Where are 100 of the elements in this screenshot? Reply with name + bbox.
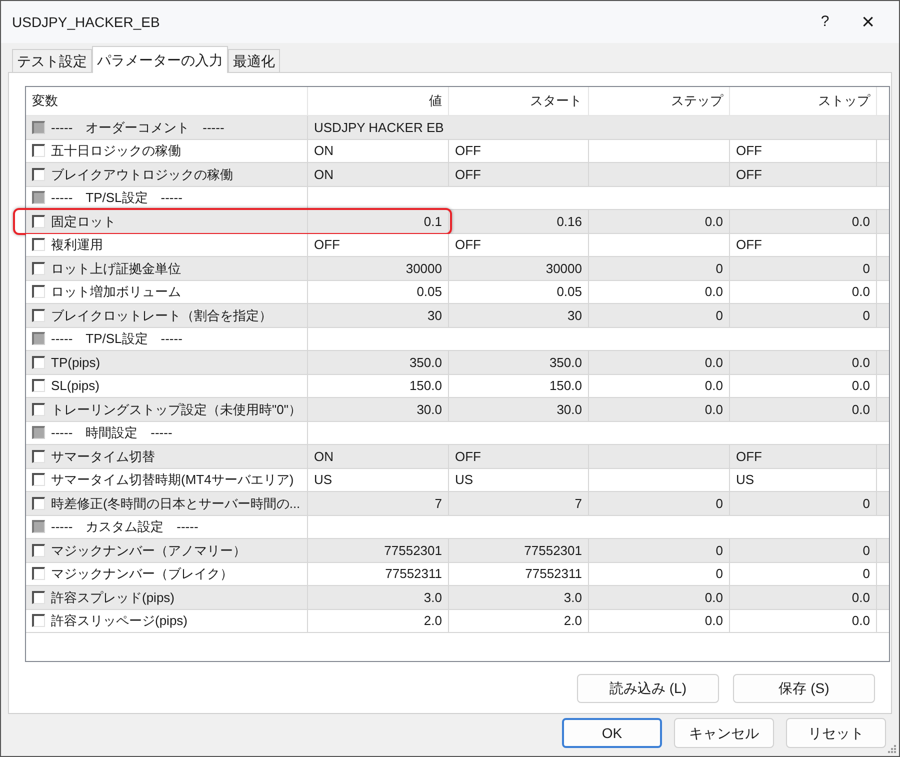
table-cell-text: 0.0 [852, 588, 870, 606]
table-cell-text: ON [314, 166, 334, 184]
table-cell-text: OFF [455, 166, 481, 184]
column-header[interactable]: ステップ [589, 87, 730, 115]
checkbox[interactable] [32, 450, 45, 463]
parameter-name: 固定ロット [51, 212, 116, 230]
table-cell-text: 0.05 [416, 283, 442, 301]
checkbox[interactable] [32, 496, 45, 510]
table-cell-text: 0.16 [556, 212, 582, 230]
table-cell-text: 350.0 [549, 354, 582, 372]
parameter-name: 時差修正(冬時間の日本とサーバー時間の... [51, 494, 300, 513]
checkbox[interactable] [32, 590, 45, 604]
dialog-button[interactable]: キャンセル [674, 718, 774, 748]
table-cell-text: 30 [568, 306, 582, 324]
column-header[interactable]: スタート [449, 87, 589, 115]
table-cell-text: 0 [862, 565, 870, 583]
column-header[interactable]: 値 [308, 87, 449, 115]
table-cell-text: US [455, 471, 474, 489]
column-header[interactable]: 変数 [26, 87, 308, 115]
table-cell-text: 0.0 [852, 377, 870, 395]
table-cell-text: OFF [736, 166, 762, 184]
table-cell-text: 30 [428, 306, 442, 324]
parameter-name: SL(pips) [51, 377, 100, 395]
parameter-name: サマータイム切替時期(MT4サーバエリア) [51, 471, 294, 489]
checkbox[interactable] [32, 168, 45, 181]
table-cell-text: 0.0 [704, 377, 723, 395]
parameter-name: 許容スリッページ(pips) [51, 612, 188, 630]
column-header[interactable]: ストップ [730, 87, 877, 115]
table-cell-text: OFF [736, 448, 762, 466]
tab[interactable]: 最適化 [228, 49, 280, 72]
table-cell-text: 0 [716, 565, 723, 583]
table-cell-text: 0.0 [704, 400, 723, 418]
checkbox[interactable] [32, 379, 45, 392]
table-cell-text: 0 [716, 494, 723, 512]
table-cell-text: 0.1 [424, 212, 442, 230]
table-cell-text: 350.0 [409, 354, 442, 372]
table-cell-text: 0.0 [852, 612, 870, 630]
table-cell-text: 0 [862, 260, 870, 278]
table-cell-text: 0.0 [852, 212, 870, 230]
table-cell-text: 7 [434, 494, 442, 512]
table-cell-text: 0.0 [704, 212, 723, 230]
help-button[interactable]: ? [805, 6, 845, 38]
panel-button[interactable]: 保存 (S) [733, 674, 875, 703]
checkbox[interactable] [32, 402, 45, 416]
window-title: USDJPY_HACKER_EB [12, 12, 160, 32]
checkbox[interactable] [32, 614, 45, 628]
table-cell-text: 2.0 [424, 612, 442, 630]
table-cell-text: OFF [314, 236, 340, 254]
tab[interactable]: テスト設定 [12, 49, 92, 72]
checkbox[interactable] [32, 544, 45, 557]
table-cell-text: 0.0 [852, 283, 870, 301]
table-cell-text: 3.0 [564, 588, 582, 606]
table-cell-text: 0 [716, 260, 723, 278]
dialog-button[interactable]: OK [562, 718, 662, 748]
checkbox[interactable] [32, 238, 45, 252]
panel-button[interactable]: 読み込み (L) [577, 674, 719, 703]
comment-value: USDJPY HACKER EB [314, 118, 444, 136]
table-cell-text: 7 [574, 494, 582, 512]
resize-grip-icon[interactable] [887, 744, 897, 754]
table-cell-text: US [736, 471, 754, 489]
table-cell-text: 150.0 [409, 377, 442, 395]
table-cell-text: 2.0 [564, 612, 582, 630]
parameter-name: ----- 時間設定 ----- [51, 424, 172, 442]
table-cell-text: OFF [455, 448, 481, 466]
checkbox[interactable] [32, 144, 45, 158]
table-cell-text: 150.0 [549, 377, 582, 395]
parameter-name: ----- TP/SL設定 ----- [51, 330, 182, 348]
table-cell-text: 30000 [546, 260, 582, 278]
table-cell-text: ON [314, 448, 334, 466]
parameter-name: ブレイクロットレート（割合を指定） [51, 306, 272, 324]
dialog-button[interactable]: リセット [786, 718, 886, 748]
checkbox[interactable] [32, 285, 45, 298]
checkbox[interactable] [32, 473, 45, 486]
checkbox[interactable] [32, 262, 45, 275]
table-cell-text: 0.0 [704, 588, 723, 606]
table-cell-text: OFF [736, 236, 762, 254]
table-cell-text: 30.0 [556, 400, 582, 418]
parameter-name: マジックナンバー（アノマリー） [51, 542, 246, 560]
checkbox[interactable] [32, 356, 45, 369]
parameter-name: ブレイクアウトロジックの稼働 [51, 166, 233, 184]
table-cell-text: 0 [862, 542, 870, 560]
parameter-name: ロット上げ証拠金単位 [51, 260, 181, 278]
table-cell-text: 3.0 [424, 588, 442, 606]
table-cell-text: US [314, 471, 332, 489]
table-cell-text: 0.0 [852, 354, 870, 372]
checkbox[interactable] [32, 308, 45, 322]
parameter-name: 許容スプレッド(pips) [51, 588, 175, 607]
checkbox[interactable] [32, 567, 45, 580]
checkbox[interactable] [32, 214, 45, 228]
parameter-name: 五十日ロジックの稼働 [51, 142, 181, 160]
tab[interactable]: パラメーターの入力 [92, 46, 228, 73]
parameter-name: ----- オーダーコメント ----- [51, 118, 224, 136]
table-cell-text: OFF [736, 142, 762, 160]
table-cell-text: 30000 [406, 260, 442, 278]
table-cell-text: 77552311 [385, 565, 442, 583]
table-cell-text: 0.0 [852, 400, 870, 418]
close-button[interactable]: × [845, 6, 891, 38]
table-cell-text: 77552301 [524, 542, 582, 560]
table-cell-text: ON [314, 142, 334, 160]
table-cell-text: 0 [862, 494, 870, 512]
